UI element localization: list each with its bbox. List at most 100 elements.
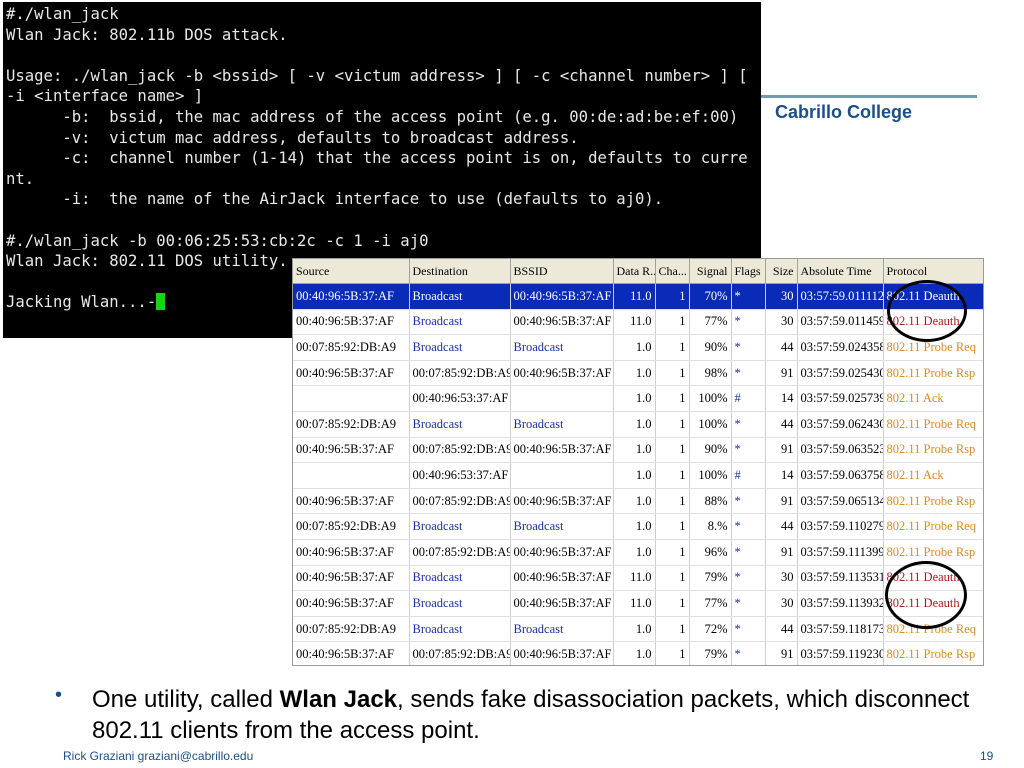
packet-cell-channel: 1 bbox=[655, 283, 690, 310]
packet-row[interactable]: 00:40:96:5B:37:AF 00:07:85:92:DB:A9 00:40:… bbox=[293, 641, 983, 665]
packet-cell-bssid: Broadcast bbox=[510, 334, 614, 361]
packet-cell-rate: 11.0 bbox=[613, 309, 656, 336]
packet-cell-signal: 90% bbox=[689, 334, 732, 361]
packet-cell-rate: 1.0 bbox=[613, 539, 656, 566]
packet-cell-source: 00:07:85:92:DB:A9 bbox=[293, 616, 410, 643]
packet-cell-time: 03:57:59.011459 bbox=[797, 309, 884, 336]
column-header[interactable]: Signal bbox=[689, 259, 732, 284]
packet-row[interactable]: 00:07:85:92:DB:A9 Broadcast Broadcast 1.0 1 8… bbox=[293, 513, 983, 540]
packet-cell-protocol: 802.11 Ack bbox=[883, 385, 983, 412]
header-rule bbox=[761, 95, 977, 98]
packet-cell-channel: 1 bbox=[655, 360, 690, 387]
packet-cell-flags: * bbox=[731, 641, 766, 665]
packet-cell-flags: * bbox=[731, 590, 766, 617]
column-header[interactable]: Source bbox=[293, 259, 410, 284]
packet-cell-rate: 1.0 bbox=[613, 385, 656, 412]
packet-cell-destination: 00:40:96:53:37:AF bbox=[409, 462, 511, 489]
column-header[interactable]: Absolute Time bbox=[797, 259, 884, 284]
packet-cell-signal: 100% bbox=[689, 385, 732, 412]
packet-cell-signal: 96% bbox=[689, 539, 732, 566]
packet-cell-flags: * bbox=[731, 360, 766, 387]
terminal-line: #./wlan_jack bbox=[6, 5, 119, 23]
packet-cell-source: 00:40:96:5B:37:AF bbox=[293, 360, 410, 387]
column-header[interactable]: Size bbox=[765, 259, 798, 284]
packet-cell-size: 14 bbox=[765, 462, 798, 489]
packet-cell-destination: Broadcast bbox=[409, 565, 511, 592]
packet-cell-destination: 00:07:85:92:DB:A9 bbox=[409, 437, 511, 464]
packet-cell-signal: 100% bbox=[689, 411, 732, 438]
packet-cell-source: 00:40:96:5B:37:AF bbox=[293, 488, 410, 515]
packet-row[interactable]: 00:40:96:53:37:AF 1.0 1 100% #14 03:57:59.025… bbox=[293, 385, 983, 412]
packet-cell-source: 00:40:96:5B:37:AF bbox=[293, 283, 410, 310]
column-header[interactable]: Destination bbox=[409, 259, 511, 284]
packet-row[interactable]: 00:40:96:5B:37:AF Broadcast 00:40:96:5B:37… bbox=[293, 590, 983, 617]
packet-table-header: Source Destination BSSID Data R... Cha... Sig… bbox=[293, 259, 983, 284]
packet-row[interactable]: 00:07:85:92:DB:A9 Broadcast Broadcast 1.0 1 7… bbox=[293, 616, 983, 643]
packet-cell-flags: # bbox=[731, 462, 766, 489]
packet-row[interactable]: 00:40:96:5B:37:AF 00:07:85:92:DB:A9 00:40:… bbox=[293, 539, 983, 566]
packet-row[interactable]: 00:40:96:5B:37:AF 00:07:85:92:DB:A9 00:40:… bbox=[293, 488, 983, 515]
packet-cell-bssid: 00:40:96:5B:37:AF bbox=[510, 360, 614, 387]
packet-cell-rate: 1.0 bbox=[613, 616, 656, 643]
packet-cell-source: 00:07:85:92:DB:A9 bbox=[293, 334, 410, 361]
packet-cell-source: 00:40:96:5B:37:AF bbox=[293, 437, 410, 464]
packet-cell-bssid: 00:40:96:5B:37:AF bbox=[510, 437, 614, 464]
column-header[interactable]: Cha... bbox=[655, 259, 690, 284]
packet-cell-channel: 1 bbox=[655, 539, 690, 566]
packet-row[interactable]: 00:07:85:92:DB:A9 Broadcast Broadcast 1.0 1 1… bbox=[293, 411, 983, 438]
packet-cell-bssid bbox=[510, 462, 614, 489]
column-header[interactable]: Flags bbox=[731, 259, 766, 284]
packet-row[interactable]: 00:40:96:5B:37:AF 00:07:85:92:DB:A9 00:40:… bbox=[293, 437, 983, 464]
packet-capture-window: Source Destination BSSID Data R... Cha... Sig… bbox=[292, 258, 984, 666]
packet-cell-size: 44 bbox=[765, 411, 798, 438]
packet-cell-time: 03:57:59.011112 bbox=[797, 283, 884, 310]
packet-cell-protocol: 802.11 Probe Req bbox=[883, 513, 983, 540]
terminal-line: Wlan Jack: 802.11 DOS utility. bbox=[6, 252, 288, 271]
packet-cell-destination: Broadcast bbox=[409, 283, 511, 310]
packet-cell-rate: 1.0 bbox=[613, 411, 656, 438]
packet-cell-channel: 1 bbox=[655, 616, 690, 643]
packet-cell-protocol: 802.11 Probe Rsp bbox=[883, 641, 983, 665]
packet-cell-source: 00:40:96:5B:37:AF bbox=[293, 641, 410, 665]
packet-cell-destination: Broadcast bbox=[409, 411, 511, 438]
column-header[interactable]: Data R... bbox=[613, 259, 656, 284]
packet-row[interactable]: 00:40:96:5B:37:AF Broadcast 00:40:96:5B:37… bbox=[293, 309, 983, 336]
packet-cell-time: 03:57:59.025430 bbox=[797, 360, 884, 387]
packet-cell-destination: 00:07:85:92:DB:A9 bbox=[409, 360, 511, 387]
packet-cell-bssid: 00:40:96:5B:37:AF bbox=[510, 590, 614, 617]
packet-cell-signal: 100% bbox=[689, 462, 732, 489]
packet-cell-bssid: Broadcast bbox=[510, 411, 614, 438]
packet-cell-bssid: Broadcast bbox=[510, 616, 614, 643]
terminal-line: nt. bbox=[6, 169, 35, 188]
packet-cell-protocol: 802.11 Probe Req bbox=[883, 411, 983, 438]
packet-cell-source bbox=[293, 385, 410, 412]
packet-cell-channel: 1 bbox=[655, 411, 690, 438]
packet-cell-source: 00:40:96:5B:37:AF bbox=[293, 539, 410, 566]
packet-row[interactable]: 00:40:96:53:37:AF 1.0 1 100% #14 03:57:59.063… bbox=[293, 462, 983, 489]
packet-cell-channel: 1 bbox=[655, 513, 690, 540]
packet-cell-size: 91 bbox=[765, 488, 798, 515]
terminal-line: Jacking Wlan...- bbox=[6, 293, 157, 312]
packet-row[interactable]: 00:40:96:5B:37:AF Broadcast 00:40:96:5B:37… bbox=[293, 283, 983, 310]
column-header[interactable]: BSSID bbox=[510, 259, 614, 284]
packet-cell-bssid: 00:40:96:5B:37:AF bbox=[510, 641, 614, 665]
college-name: Cabrillo College bbox=[775, 102, 913, 122]
packet-cell-rate: 1.0 bbox=[613, 360, 656, 387]
terminal-cursor bbox=[156, 293, 166, 311]
packet-cell-bssid: 00:40:96:5B:37:AF bbox=[510, 309, 614, 336]
packet-cell-bssid: 00:40:96:5B:37:AF bbox=[510, 539, 614, 566]
packet-cell-bssid: 00:40:96:5B:37:AF bbox=[510, 565, 614, 592]
packet-cell-signal: 98% bbox=[689, 360, 732, 387]
packet-cell-signal: 8.% bbox=[689, 513, 732, 540]
packet-cell-destination: 00:40:96:53:37:AF bbox=[409, 385, 511, 412]
packet-cell-bssid: Broadcast bbox=[510, 513, 614, 540]
packet-cell-source: 00:07:85:92:DB:A9 bbox=[293, 411, 410, 438]
packet-cell-bssid: 00:40:96:5B:37:AF bbox=[510, 488, 614, 515]
packet-cell-size: 91 bbox=[765, 360, 798, 387]
packet-row[interactable]: 00:40:96:5B:37:AF Broadcast 00:40:96:5B:37… bbox=[293, 565, 983, 592]
packet-row[interactable]: 00:40:96:5B:37:AF 00:07:85:92:DB:A9 00:40:… bbox=[293, 360, 983, 387]
packet-row[interactable]: 00:07:85:92:DB:A9 Broadcast Broadcast 1.0 1 9… bbox=[293, 334, 983, 361]
packet-cell-channel: 1 bbox=[655, 437, 690, 464]
packet-cell-bssid: 00:40:96:5B:37:AF bbox=[510, 283, 614, 310]
packet-cell-channel: 1 bbox=[655, 565, 690, 592]
